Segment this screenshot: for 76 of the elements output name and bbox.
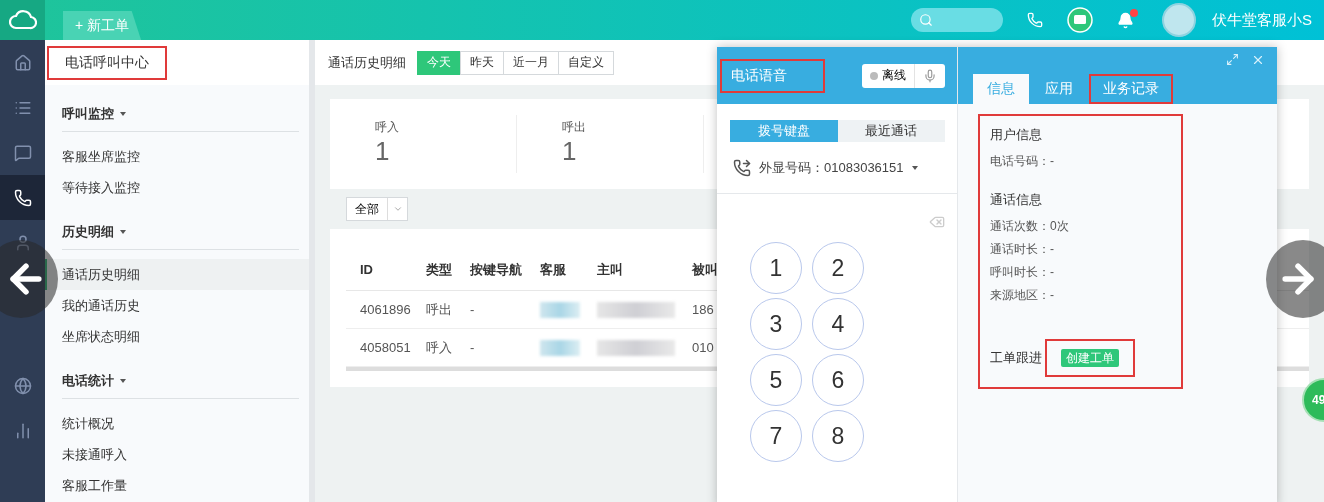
caret-icon [120, 379, 126, 383]
next-arrow-button[interactable] [1266, 240, 1324, 318]
sidebar-item[interactable]: 我的通话历史 [45, 290, 309, 321]
column-header: 被叫 [692, 260, 719, 279]
table-cell-text: 4058051 [360, 340, 412, 355]
stat-label: 呼入 [375, 119, 400, 136]
table-cell-text: 186 [692, 302, 715, 317]
keypad-key[interactable]: 1 [750, 242, 802, 294]
column-header: 客服 [540, 260, 567, 279]
bell-icon[interactable] [1117, 11, 1134, 29]
table-cell-text: - [470, 340, 476, 355]
group-title: 用户信息 [990, 126, 1043, 144]
keypad-key[interactable]: 7 [750, 410, 802, 462]
close-icon[interactable] [1251, 53, 1265, 67]
section-header[interactable]: 呼叫监控 [62, 105, 299, 132]
sidebar-title: 电话呼叫中心 [47, 45, 167, 80]
sidebar-item[interactable]: 等待接入监控 [45, 172, 309, 203]
info-field: 通话次数：0次 [990, 215, 1173, 238]
column-header: 按键导航 [470, 260, 523, 279]
globe-icon[interactable] [13, 376, 32, 395]
sidebar-item[interactable]: 通话历史明细 [45, 259, 309, 290]
cloud-logo-icon [8, 10, 37, 30]
table-cell-text: 4061896 [360, 302, 412, 317]
keypad-key[interactable]: 6 [812, 354, 864, 406]
panel-title: 电话语音 [720, 58, 825, 93]
dial-tab[interactable]: 最近通话 [837, 120, 945, 142]
sidebar-item[interactable]: 统计概况 [45, 408, 309, 439]
info-field: 呼叫时长：- [990, 261, 1173, 284]
stat-label: 呼出 [562, 119, 587, 136]
column-header: 类型 [426, 260, 453, 279]
filter-select[interactable]: 全部 [346, 197, 408, 221]
home-icon[interactable] [13, 53, 32, 72]
caret-icon [120, 230, 126, 234]
stat-value: 1 [562, 136, 578, 167]
keypad-key[interactable]: 8 [812, 410, 864, 462]
table-cell-text: 呼入 [426, 338, 453, 357]
caret-icon [911, 165, 918, 170]
sidebar-item[interactable]: 客服坐席监控 [45, 141, 309, 172]
info-field: 来源地区：- [990, 284, 1173, 307]
stat-value: 1 [375, 136, 391, 167]
group-title: 通话信息 [990, 191, 1043, 209]
date-range-button[interactable]: 昨天 [460, 50, 504, 75]
table-cell-text: 呼出 [426, 300, 453, 319]
table-cell-text: - [470, 302, 476, 317]
chat-icon[interactable] [13, 143, 32, 162]
column-header: ID [360, 262, 374, 277]
chevron-icon [392, 204, 403, 214]
expand-icon[interactable] [1226, 53, 1239, 66]
chat-icon[interactable] [1067, 7, 1093, 33]
search-icon [919, 13, 933, 27]
keypad-key[interactable]: 4 [812, 298, 864, 350]
phone-icon[interactable] [13, 188, 32, 207]
previous-arrow-button[interactable] [0, 240, 58, 318]
sidebar-item[interactable]: 客服工作量 [45, 470, 309, 501]
microphone-icon [923, 68, 937, 83]
table-cell-text: 010 [692, 340, 715, 355]
caret-icon [120, 112, 126, 116]
blurred-cell [540, 301, 580, 318]
blurred-cell [540, 339, 580, 356]
date-range-button[interactable]: 近一月 [503, 50, 559, 75]
keypad-key[interactable]: 2 [812, 242, 864, 294]
search-field[interactable] [911, 8, 1003, 32]
keypad-key[interactable]: 3 [750, 298, 802, 350]
caller-id-select[interactable]: 外显号码：01083036151 [759, 158, 904, 177]
column-header: 主叫 [597, 260, 624, 279]
followup-label: 工单跟进 [990, 349, 1042, 367]
sidebar-item[interactable]: 坐席状态明细 [45, 321, 309, 352]
phone-forward-icon [733, 158, 751, 177]
keypad-key[interactable]: 5 [750, 354, 802, 406]
page-title: 通话历史明细 [328, 53, 406, 72]
sidebar-item[interactable]: 未接通呼入 [45, 439, 309, 470]
date-range-button[interactable]: 自定义 [558, 50, 614, 75]
info-field: 通话时长：- [990, 238, 1173, 261]
info-field: 电话号码：- [990, 150, 1173, 173]
section-header[interactable]: 电话统计 [62, 372, 299, 399]
section-header[interactable]: 历史明细 [62, 223, 299, 250]
